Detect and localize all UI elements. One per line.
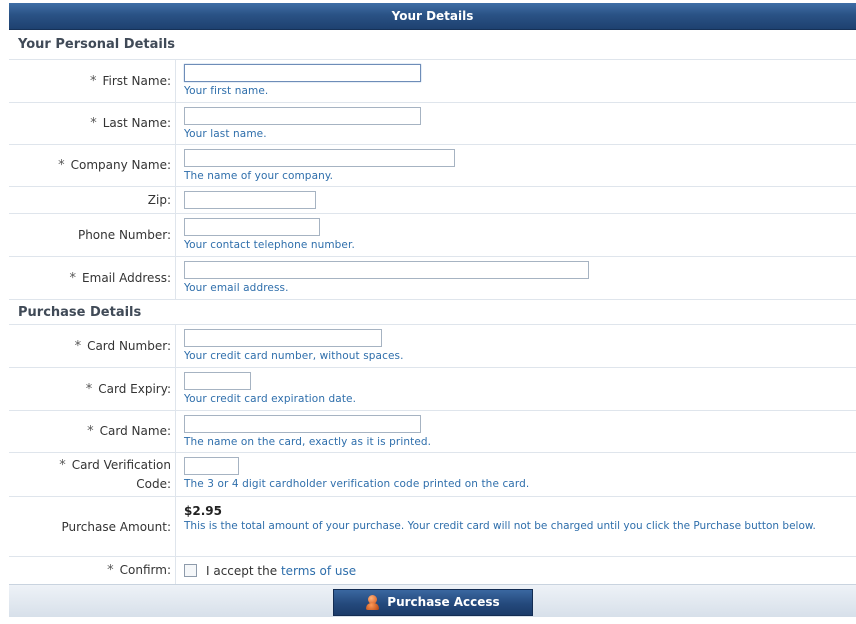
last-name-label-cell: * Last Name:	[9, 103, 176, 144]
purchase-access-button[interactable]: Purchase Access	[332, 588, 533, 616]
zip-row: Zip:	[9, 187, 856, 214]
card-expiry-hint: Your credit card expiration date.	[184, 393, 357, 405]
email-row: * Email Address: Your email address.	[9, 257, 856, 300]
purchase-amount-label: Purchase Amount:	[61, 519, 171, 534]
zip-label: Zip:	[147, 193, 171, 207]
cvc-label-line2: Code:	[136, 477, 171, 491]
card-number-field-cell: Your credit card number, without spaces.	[176, 325, 856, 367]
email-input[interactable]	[184, 261, 589, 279]
first-name-hint: Your first name.	[184, 85, 269, 97]
card-name-label: Card Name:	[99, 424, 171, 438]
last-name-row: * Last Name: Your last name.	[9, 103, 856, 145]
card-number-input[interactable]	[184, 329, 382, 347]
terms-checkbox[interactable]	[184, 564, 197, 577]
company-name-input[interactable]	[184, 149, 455, 167]
last-name-hint: Your last name.	[184, 128, 267, 140]
last-name-label: Last Name:	[102, 116, 171, 130]
phone-field-cell: Your contact telephone number.	[176, 214, 856, 256]
first-name-label: First Name:	[102, 73, 171, 88]
confirm-row: * Confirm: I accept the terms of use	[9, 557, 856, 584]
card-expiry-label-cell: * Card Expiry:	[9, 368, 176, 410]
purchase-amount-description: This is the total amount of your purchas…	[184, 520, 816, 532]
required-marker: *	[90, 116, 97, 131]
phone-input[interactable]	[184, 218, 320, 236]
card-expiry-field-cell: Your credit card expiration date.	[176, 368, 856, 410]
card-name-row: * Card Name: The name on the card, exactl…	[9, 411, 856, 453]
purchase-amount-field-cell: $2.95 This is the total amount of your p…	[176, 497, 856, 556]
email-label-cell: * Email Address:	[9, 257, 176, 299]
card-name-field-cell: The name on the card, exactly as it is p…	[176, 411, 856, 452]
cvc-hint: The 3 or 4 digit cardholder verification…	[184, 478, 530, 490]
cvc-row: * Card Verification Code: The 3 or 4 digi…	[9, 453, 856, 497]
phone-label-cell: Phone Number:	[9, 214, 176, 256]
form-footer: Purchase Access	[9, 584, 856, 617]
details-panel: Your Details Your Personal Details * Firs…	[9, 3, 856, 624]
company-name-label-cell: * Company Name:	[9, 145, 176, 186]
card-number-label-cell: * Card Number:	[9, 325, 176, 367]
user-icon	[365, 594, 380, 610]
first-name-input[interactable]	[184, 64, 421, 82]
purchase-amount-value: $2.95	[184, 504, 222, 518]
required-marker: *	[69, 270, 77, 286]
card-name-label-cell: * Card Name:	[9, 411, 176, 452]
cvc-field-cell: The 3 or 4 digit cardholder verification…	[176, 453, 856, 496]
card-name-input[interactable]	[184, 415, 421, 433]
company-name-field-cell: The name of your company.	[176, 145, 856, 186]
cvc-label-line1: Card Verification	[71, 458, 171, 472]
zip-input[interactable]	[184, 191, 316, 209]
required-marker: *	[85, 381, 93, 397]
zip-label-cell: Zip:	[9, 187, 176, 213]
zip-field-cell	[176, 187, 856, 213]
required-marker: *	[89, 73, 97, 89]
email-hint: Your email address.	[184, 282, 289, 294]
card-number-label: Card Number:	[87, 338, 171, 353]
purchase-details-header: Purchase Details	[9, 300, 856, 325]
card-name-hint: The name on the card, exactly as it is p…	[184, 436, 432, 448]
last-name-field-cell: Your last name.	[176, 103, 856, 144]
company-name-label: Company Name:	[70, 158, 171, 172]
card-expiry-row: * Card Expiry: Your credit card expiratio…	[9, 368, 856, 411]
card-number-row: * Card Number: Your credit card number, w…	[9, 325, 856, 368]
company-name-row: * Company Name: The name of your company.	[9, 145, 856, 187]
purchase-access-label: Purchase Access	[387, 595, 500, 609]
required-marker: *	[87, 424, 94, 439]
card-expiry-input[interactable]	[184, 372, 251, 390]
personal-details-header: Your Personal Details	[9, 30, 856, 60]
terms-of-use-link[interactable]: terms of use	[281, 564, 356, 578]
confirm-prefix: I accept the	[206, 563, 278, 578]
email-field-cell: Your email address.	[176, 257, 856, 299]
confirm-text: I accept the terms of use	[206, 564, 356, 578]
purchase-amount-row: Purchase Amount: $2.95 This is the total…	[9, 497, 856, 557]
phone-row: Phone Number: Your contact telephone num…	[9, 214, 856, 257]
phone-hint: Your contact telephone number.	[184, 239, 355, 251]
required-marker: *	[107, 563, 114, 578]
panel-title: Your Details	[9, 3, 856, 30]
cvc-label-cell: * Card Verification Code:	[9, 453, 176, 496]
confirm-label-cell: * Confirm:	[9, 557, 176, 584]
first-name-row: * First Name: Your first name.	[9, 60, 856, 103]
required-marker: *	[58, 158, 65, 173]
last-name-input[interactable]	[184, 107, 421, 125]
email-label: Email Address:	[82, 270, 171, 285]
required-marker: *	[74, 338, 82, 354]
phone-label: Phone Number:	[77, 228, 171, 242]
confirm-field-cell: I accept the terms of use	[176, 557, 856, 584]
first-name-label-cell: * First Name:	[9, 60, 176, 102]
company-name-hint: The name of your company.	[184, 170, 334, 182]
purchase-amount-label-cell: Purchase Amount:	[9, 497, 176, 556]
card-expiry-label: Card Expiry:	[98, 381, 171, 396]
first-name-field-cell: Your first name.	[176, 60, 856, 102]
cvc-input[interactable]	[184, 457, 239, 475]
card-number-hint: Your credit card number, without spaces.	[184, 350, 404, 362]
confirm-label: Confirm:	[119, 563, 171, 577]
required-marker: *	[59, 458, 66, 473]
